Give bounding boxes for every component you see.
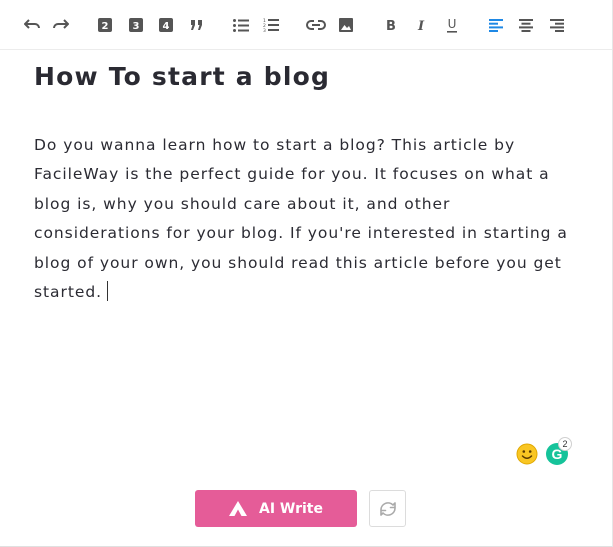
bullet-list-icon[interactable] bbox=[230, 14, 252, 36]
heading-2-icon[interactable]: 2 bbox=[94, 14, 116, 36]
ai-write-icon bbox=[228, 501, 247, 516]
heading-4-icon[interactable]: 4 bbox=[155, 14, 177, 36]
undo-icon[interactable] bbox=[21, 14, 43, 36]
heading-3-icon[interactable]: 3 bbox=[125, 14, 147, 36]
link-icon[interactable] bbox=[305, 14, 327, 36]
redo-icon[interactable] bbox=[50, 14, 72, 36]
ai-write-button[interactable]: AI Write bbox=[195, 490, 357, 527]
editor-frame: 2 3 4 123 B I U How To start a blog Do y… bbox=[0, 0, 613, 547]
emoji-icon[interactable] bbox=[516, 443, 538, 465]
heading-2-glyph: 2 bbox=[102, 21, 109, 32]
svg-text:3: 3 bbox=[263, 28, 266, 32]
align-center-icon[interactable] bbox=[515, 14, 537, 36]
underline-glyph: U bbox=[448, 17, 457, 31]
document-title[interactable]: How To start a blog bbox=[34, 62, 330, 91]
align-right-icon[interactable] bbox=[546, 14, 568, 36]
grammarly-badge: 2 bbox=[558, 437, 572, 451]
regenerate-button[interactable] bbox=[369, 490, 406, 527]
body-text: Do you wanna learn how to start a blog? … bbox=[34, 136, 568, 302]
numbered-list-icon[interactable]: 123 bbox=[260, 14, 282, 36]
bold-glyph: B bbox=[386, 19, 396, 32]
refresh-icon bbox=[379, 501, 396, 516]
ai-write-label: AI Write bbox=[258, 500, 323, 517]
heading-4-glyph: 4 bbox=[163, 21, 170, 32]
bold-icon[interactable]: B bbox=[380, 14, 402, 36]
align-left-icon[interactable] bbox=[485, 14, 507, 36]
text-caret bbox=[107, 281, 109, 302]
heading-3-glyph: 3 bbox=[133, 21, 140, 32]
image-icon[interactable] bbox=[335, 14, 357, 36]
italic-icon[interactable]: I bbox=[410, 14, 432, 36]
formatting-toolbar: 2 3 4 123 B I U bbox=[0, 0, 612, 50]
document-body[interactable]: Do you wanna learn how to start a blog? … bbox=[34, 131, 574, 307]
italic-glyph: I bbox=[417, 19, 425, 32]
blockquote-icon[interactable] bbox=[186, 14, 208, 36]
underline-icon[interactable]: U bbox=[441, 14, 463, 36]
